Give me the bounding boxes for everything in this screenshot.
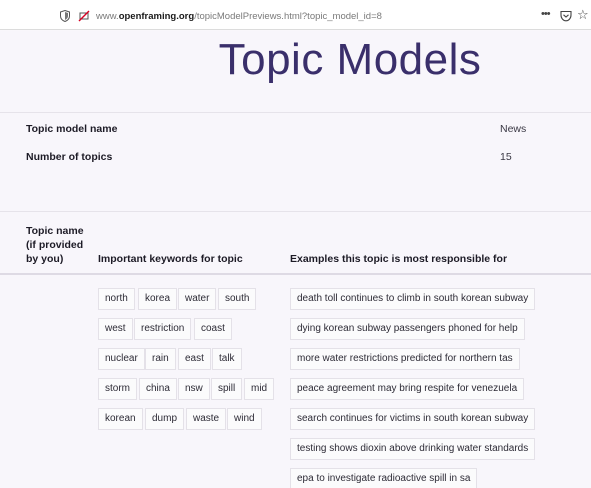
number-of-topics-value: 15 [500, 151, 512, 163]
example-item: peace agreement may bring respite for ve… [290, 378, 525, 400]
example-item: search continues for victims in south ko… [290, 408, 536, 430]
table-header: Topic name (if provided by you) Importan… [0, 211, 591, 275]
url-domain: openframing.org [118, 11, 195, 22]
number-of-topics-row: Number of topics 15 [0, 141, 591, 177]
topic-model-name-value: News [500, 123, 527, 135]
url-field[interactable]: www.openframing.org/topicModelPreviews.h… [96, 8, 382, 26]
url-path: /topicModelPreviews.html?topic_model_id=… [194, 11, 382, 22]
keyword-chip: china [139, 378, 177, 400]
keyword-chip: mid [244, 378, 275, 400]
keyword-chip: nuclear [98, 348, 145, 370]
keyword-chip: storm [98, 378, 137, 400]
keyword-chip: korea [138, 288, 178, 310]
keyword-chip: west [98, 318, 133, 340]
example-item: epa to investigate radioactive spill in … [290, 468, 478, 488]
topic-name-header: Topic name (if provided by you) [26, 224, 84, 266]
keyword-chip: dump [145, 408, 185, 430]
more-icon[interactable]: ••• [541, 8, 551, 20]
keyword-chip: wind [227, 408, 262, 430]
page-title: Topic Models [218, 35, 482, 84]
page-content: Topic Models Topic model name News Numbe… [0, 31, 591, 488]
keyword-chip: nsw [178, 378, 210, 400]
keyword-chip: water [178, 288, 217, 310]
keyword-chip: spill [211, 378, 243, 400]
topic-name-header-line2: (if provided [26, 239, 84, 251]
topic-name-header-line3: by you) [26, 253, 64, 265]
topic-model-name-label: Topic model name [26, 123, 118, 135]
browser-url-bar: www.openframing.org/topicModelPreviews.h… [0, 0, 591, 30]
pocket-icon[interactable] [560, 10, 572, 22]
topic-name-header-line1: Topic name [26, 225, 84, 237]
shield-icon[interactable] [60, 10, 70, 22]
keyword-chip: north [98, 288, 135, 310]
keyword-chip: korean [98, 408, 143, 430]
permissions-blocked-icon[interactable] [78, 10, 90, 22]
keyword-chip: coast [194, 318, 232, 340]
keywords-header: Important keywords for topic [98, 253, 243, 265]
number-of-topics-label: Number of topics [26, 151, 113, 163]
keyword-chip: east [178, 348, 211, 370]
example-item: testing shows dioxin above drinking wate… [290, 438, 536, 460]
keyword-chip: restriction [134, 318, 192, 340]
bookmark-star-icon[interactable]: ☆ [577, 8, 589, 22]
keyword-chip: waste [186, 408, 227, 430]
example-item: death toll continues to climb in south k… [290, 288, 536, 310]
keyword-chip: rain [145, 348, 176, 370]
keyword-chip: south [218, 288, 257, 310]
keyword-chip: talk [212, 348, 242, 370]
example-item: more water restrictions predicted for no… [290, 348, 520, 370]
example-item: dying korean subway passengers phoned fo… [290, 318, 525, 340]
examples-header: Examples this topic is most responsible … [290, 253, 508, 265]
url-prefix: www. [96, 11, 119, 22]
